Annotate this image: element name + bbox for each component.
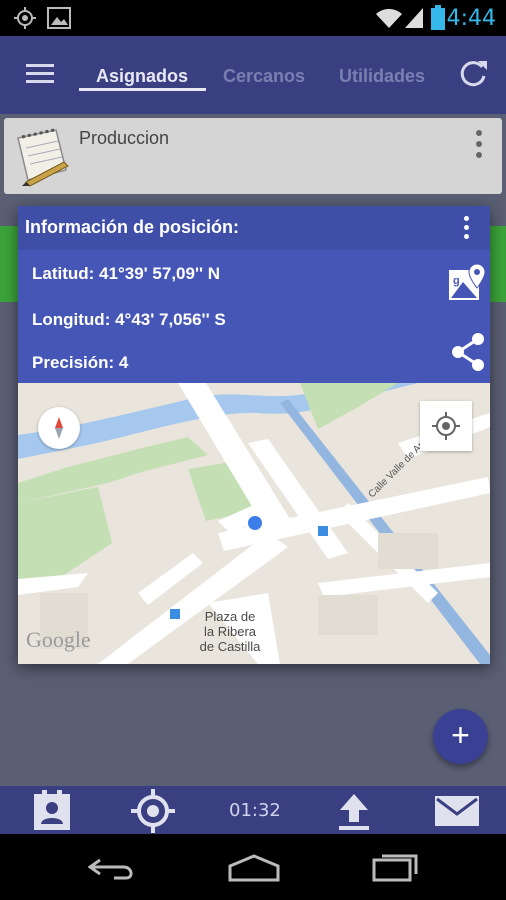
menu-icon[interactable] <box>26 63 54 85</box>
plus-icon: + <box>451 717 470 753</box>
active-tab-indicator <box>79 88 206 91</box>
my-location-button[interactable] <box>420 401 472 451</box>
status-strip-right <box>490 226 506 302</box>
clock: 4:44 <box>446 6 496 31</box>
system-navigation-bar <box>0 834 506 900</box>
mail-icon[interactable] <box>434 794 480 828</box>
longitude-text: Longitud: 4°43' 7,056'' S <box>32 310 226 329</box>
tab-utilidades[interactable]: Utilidades <box>339 66 425 87</box>
gps-target-icon[interactable] <box>130 788 176 834</box>
back-icon[interactable] <box>88 854 138 882</box>
place-label-line2: la Ribera <box>203 624 257 639</box>
status-bar: 4:44 <box>0 0 506 36</box>
dialog-title: Información de posición: <box>25 217 240 237</box>
home-icon[interactable] <box>226 852 282 884</box>
tab-cercanos[interactable]: Cercanos <box>223 66 305 87</box>
upload-icon[interactable] <box>336 792 372 832</box>
status-strip-left <box>0 226 18 302</box>
place-label: Plaza de la Ribera de Castilla <box>190 609 270 654</box>
list-item-title: Produccion <box>79 128 170 148</box>
crosshair-icon <box>432 412 460 440</box>
svg-text:g: g <box>453 275 460 287</box>
tab-asignados[interactable]: Asignados <box>96 66 188 87</box>
image-icon <box>47 7 71 29</box>
map-view[interactable]: Calle Valle de Arán Plaza de la Ribera d… <box>18 383 490 664</box>
recents-icon[interactable] <box>370 850 422 884</box>
battery-icon <box>431 5 445 30</box>
wifi-icon <box>376 8 402 28</box>
position-dialog: Información de posición: Latitud: 41°39'… <box>18 206 490 664</box>
google-maps-icon[interactable]: g <box>447 262 487 304</box>
dialog-info: Latitud: 41°39' 57,09'' N Longitud: 4°43… <box>18 250 490 383</box>
timer-text: 01:32 <box>229 800 281 821</box>
latitude-text: Latitud: 41°39' 57,09'' N <box>32 264 221 283</box>
signal-icon <box>405 8 423 28</box>
dialog-overflow-icon[interactable] <box>460 215 474 243</box>
google-logo: Google <box>26 627 91 652</box>
place-label-line3: de Castilla <box>199 639 261 654</box>
contact-card-icon[interactable] <box>32 790 72 832</box>
dialog-header: Información de posición: <box>18 206 490 250</box>
app-bar: Asignados Cercanos Utilidades <box>0 36 506 114</box>
overflow-menu-icon[interactable] <box>472 128 486 164</box>
compass-icon <box>55 417 63 439</box>
precision-text: Precisión: 4 <box>32 353 129 372</box>
place-label-line1: Plaza de <box>204 609 256 624</box>
compass-button[interactable] <box>38 407 80 449</box>
location-target-icon <box>14 7 36 29</box>
bottom-bar: 01:32 <box>0 786 506 834</box>
list-item[interactable]: Produccion <box>4 118 502 194</box>
notepad-icon <box>17 128 69 187</box>
share-icon[interactable] <box>450 332 486 372</box>
refresh-icon[interactable] <box>456 58 490 92</box>
add-button[interactable]: + <box>433 709 488 764</box>
